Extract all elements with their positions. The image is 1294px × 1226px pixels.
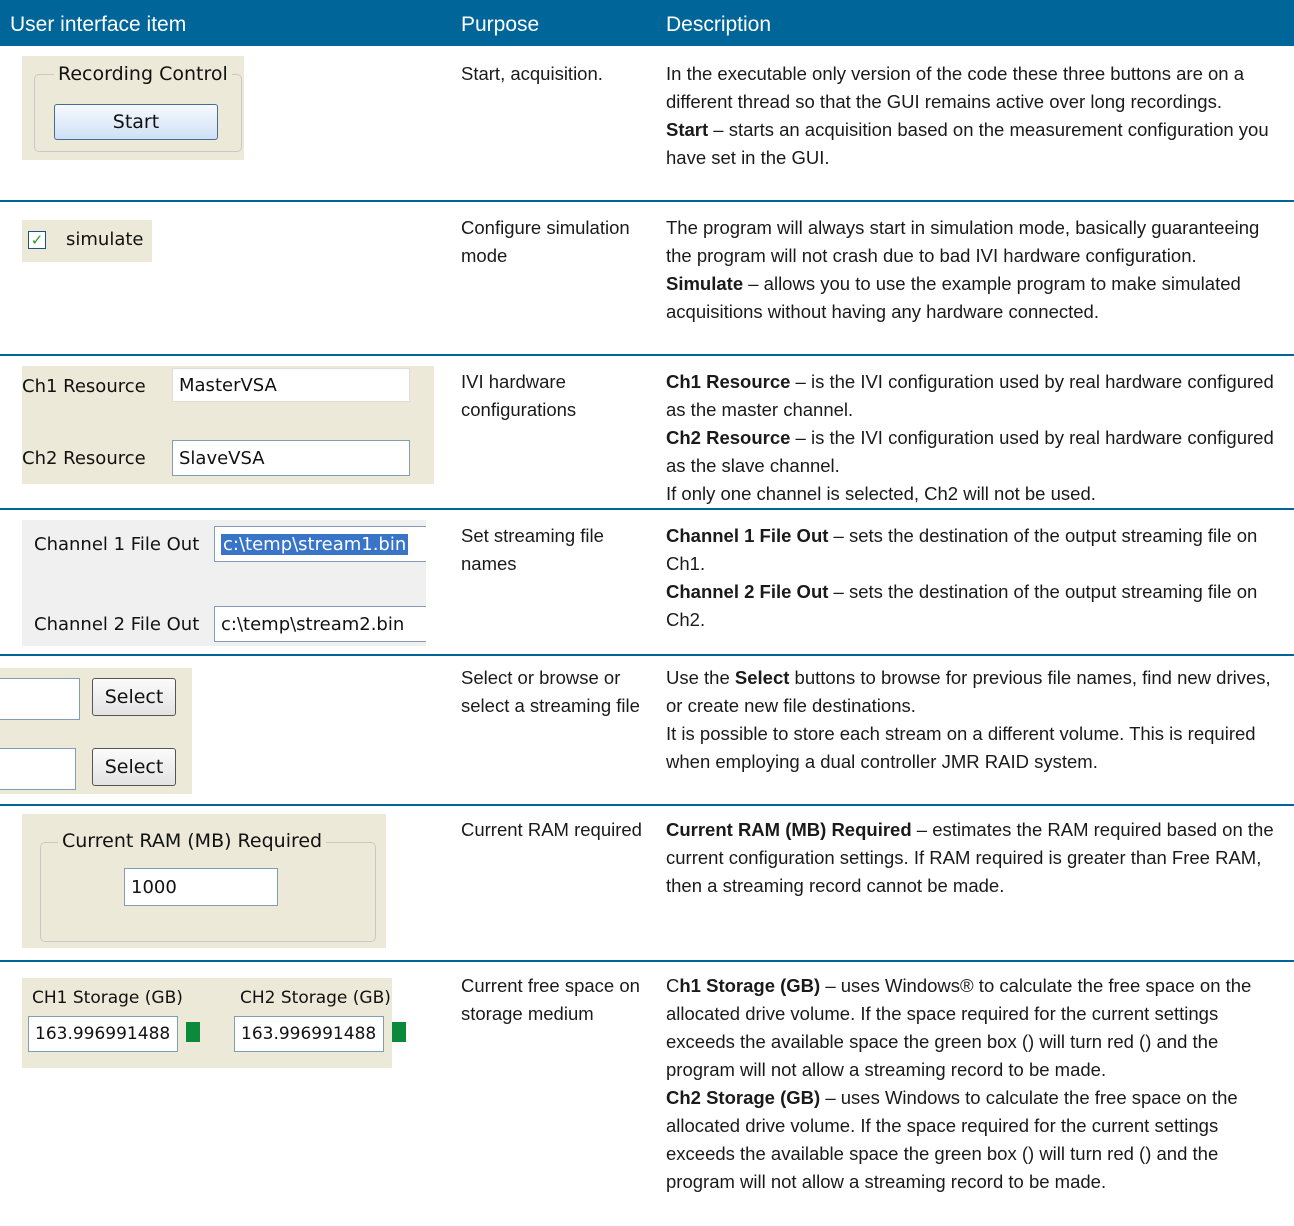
description-cell: Ch1 Resource – is the IVI configuration … [666, 368, 1286, 508]
purpose-cell: Set streaming file names [461, 525, 604, 574]
purpose-cell: Start, acquisition. [461, 63, 603, 84]
simulate-label: simulate [66, 229, 144, 250]
ch2-resource-label: Ch2 Resource [22, 448, 146, 469]
channel1-file-out-label: Channel 1 File Out [34, 534, 200, 555]
row-divider [0, 804, 1294, 806]
description-text: The program will always start in simulat… [666, 217, 1260, 266]
ch1-storage-label: CH1 Storage (GB) [32, 988, 183, 1008]
description-cell: Use the Select buttons to browse for pre… [666, 664, 1286, 776]
ch1-storage-input[interactable]: 163.996991488 [28, 1016, 178, 1052]
select-button-2[interactable]: Select [92, 748, 176, 786]
description-text: Ch2 Resource – is the IVI configuration … [666, 427, 1274, 476]
description-cell: The program will always start in simulat… [666, 214, 1286, 326]
file-path-input[interactable] [0, 748, 76, 790]
description-text: Use the Select buttons to browse for pre… [666, 667, 1271, 716]
file-path-input[interactable] [0, 678, 80, 720]
header-purpose: Purpose [461, 13, 540, 36]
row-divider [0, 508, 1294, 510]
ch2-storage-label: CH2 Storage (GB) [240, 988, 391, 1008]
select-button-1[interactable]: Select [92, 678, 176, 716]
start-button[interactable]: Start [54, 104, 218, 140]
purpose-cell: IVI hardware configurations [461, 371, 577, 420]
description-text: Ch1 Storage (GB) – uses Windows® to calc… [666, 975, 1252, 1080]
row-divider [0, 200, 1294, 202]
channel1-file-out-input[interactable]: c:\temp\stream1.bin [214, 526, 426, 562]
description-cell: In the executable only version of the co… [666, 60, 1286, 172]
ch1-resource-label: Ch1 Resource [22, 376, 146, 397]
selected-text: c:\temp\stream1.bin [221, 533, 409, 555]
description-text: In the executable only version of the co… [666, 63, 1244, 112]
recording-control-label: Recording Control [54, 63, 232, 85]
description-cell: Channel 1 File Out – sets the destinatio… [666, 522, 1286, 634]
description-text: Channel 1 File Out – sets the destinatio… [666, 525, 1258, 574]
ch2-resource-input[interactable]: SlaveVSA [172, 440, 410, 476]
current-ram-label: Current RAM (MB) Required [58, 830, 327, 852]
simulate-screenshot: ✓ simulate [22, 220, 152, 262]
description-text: If only one channel is selected, Ch2 wil… [666, 483, 1096, 504]
header-description: Description [666, 13, 772, 36]
ch2-storage-input[interactable]: 163.996991488 [234, 1016, 384, 1052]
description-text: Channel 2 File Out – sets the destinatio… [666, 581, 1258, 630]
row-divider [0, 654, 1294, 656]
description-text: Ch1 Resource – is the IVI configuration … [666, 371, 1274, 420]
row-divider [0, 354, 1294, 356]
storage-screenshot: CH1 Storage (GB) 163.996991488 CH2 Stora… [22, 978, 392, 1068]
select-buttons-screenshot: Select Select [0, 668, 192, 794]
ch1-status-indicator [186, 1022, 200, 1042]
channel2-file-out-label: Channel 2 File Out [34, 614, 200, 635]
description-text: Current RAM (MB) Required – estimates th… [666, 819, 1274, 896]
resource-screenshot: Ch1 Resource MasterVSA Ch2 Resource Slav… [22, 366, 434, 484]
header-item: User interface item [10, 13, 187, 36]
channel2-file-out-input[interactable]: c:\temp\stream2.bin [214, 606, 426, 642]
description-text: Start – starts an acquisition based on t… [666, 119, 1269, 168]
purpose-cell: Current RAM required [461, 819, 642, 840]
simulate-checkbox[interactable]: ✓ [28, 231, 46, 249]
recording-control-screenshot: Recording Control Start [22, 56, 244, 160]
purpose-cell: Configure simulation mode [461, 217, 630, 266]
file-out-screenshot: Channel 1 File Out c:\temp\stream1.bin C… [22, 520, 426, 646]
ch1-resource-input[interactable]: MasterVSA [172, 368, 410, 402]
purpose-cell: Current free space on storage medium [461, 975, 640, 1024]
description-cell: Ch1 Storage (GB) – uses Windows® to calc… [666, 972, 1286, 1196]
description-text: Simulate – allows you to use the example… [666, 273, 1241, 322]
table-header: User interface item Purpose Description [0, 0, 1294, 46]
ch2-status-indicator [392, 1022, 406, 1042]
description-text: Ch2 Storage (GB) – uses Windows to calcu… [666, 1087, 1238, 1192]
description-text: It is possible to store each stream on a… [666, 723, 1256, 772]
description-cell: Current RAM (MB) Required – estimates th… [666, 816, 1286, 900]
purpose-cell: Select or browse or select a streaming f… [461, 667, 640, 716]
ram-screenshot: Current RAM (MB) Required 1000 [22, 814, 386, 948]
current-ram-input[interactable]: 1000 [124, 868, 278, 906]
row-divider [0, 960, 1294, 962]
